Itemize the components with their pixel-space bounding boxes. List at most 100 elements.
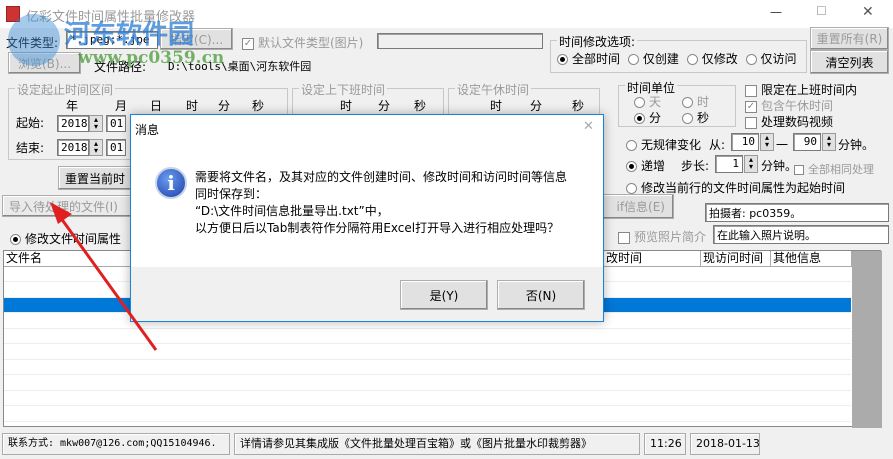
status-info: 详情请参见其集成版《文件批量处理百宝箱》或《图片批量水印裁剪器》 — [234, 433, 640, 455]
start-label: 起始: — [16, 116, 45, 130]
dialog-close-button[interactable]: ✕ — [583, 119, 594, 134]
maximize-button[interactable]: ☐ — [816, 4, 827, 18]
process-video-checkbox[interactable]: 处理数码视频 — [745, 113, 833, 130]
dialog-title: 消息 — [135, 123, 160, 137]
col-year: 年 — [66, 99, 79, 113]
from-input[interactable]: 10 — [731, 133, 759, 151]
to-spinner[interactable]: ▴ ▾ — [822, 133, 836, 151]
unit-hour-radio[interactable]: 时 — [682, 93, 709, 110]
table-row[interactable] — [4, 360, 851, 375]
radio-modify-only[interactable]: 仅修改 — [686, 52, 738, 66]
window-title: 亿彩文件时间属性批量修改器 — [26, 10, 196, 25]
end-month-input[interactable]: 01 — [106, 139, 126, 156]
work-col-second: 秒 — [414, 99, 427, 113]
col-hour: 时 — [186, 99, 199, 113]
modify-attr-radio[interactable]: 修改文件时间属性 — [10, 230, 121, 247]
work-col-hour: 时 — [340, 99, 353, 113]
default-type-field — [377, 33, 543, 49]
all-same-checkbox[interactable]: 全部相同处理 — [794, 161, 874, 177]
unit-second-radio[interactable]: 秒 — [682, 109, 709, 126]
step-label: 步长: — [681, 159, 710, 173]
photographer-input[interactable]: 拍摄者: pc0359。 — [705, 203, 889, 222]
modify-options-legend: 时间修改选项: — [557, 33, 638, 50]
increment-radio[interactable]: 递增 — [626, 157, 665, 174]
start-month-input[interactable]: 01 — [106, 115, 126, 132]
from-spinner[interactable]: ▴ ▾ — [760, 133, 774, 151]
exif-info-button[interactable]: if信息(E) — [596, 194, 674, 219]
end-year-spinner[interactable]: ▴ ▾ — [89, 139, 103, 156]
end-year-input[interactable]: 2018 — [57, 139, 89, 156]
start-year-spinner[interactable]: ▴ ▾ — [89, 115, 103, 132]
col-second: 秒 — [252, 99, 265, 113]
message-line: 需要将文件名，及其对应的文件创建时间、修改时间和访问时间等信息 — [195, 170, 568, 184]
check-icon: ✓ — [242, 37, 254, 50]
message-line: 以方便日后以Tab制表符作分隔符用Excel打开导入进行相应处理吗？ — [195, 221, 560, 235]
title-bar: 亿彩文件时间属性批量修改器 — ☐ ✕ — [0, 0, 893, 28]
to-input[interactable]: 90 — [793, 133, 821, 151]
lunch-col-minute: 分 — [530, 99, 543, 113]
lunch-col-second: 秒 — [572, 99, 585, 113]
include-lunch-checkbox[interactable]: ✓ 包含午休时间 — [745, 97, 833, 114]
col-minute: 分 — [218, 99, 231, 113]
status-contact: 联系方式: mkw007@126.com;QQ15104946. — [2, 433, 230, 455]
random-radio[interactable]: 无规律变化 — [626, 136, 701, 153]
step-minutes-label: 分钟。 — [761, 159, 798, 173]
table-row[interactable] — [4, 345, 851, 360]
reset-all-button[interactable]: 重置所有(R) — [810, 27, 889, 50]
status-time: 11:26 — [644, 433, 686, 455]
unit-minute-radio[interactable]: 分 — [634, 109, 661, 126]
from-label: 从: — [709, 138, 726, 152]
header-access-time[interactable]: 现访问时间 — [701, 251, 771, 266]
browse-button[interactable]: 浏览(B)... — [8, 52, 81, 74]
file-path-label: 文件路径: — [94, 60, 147, 74]
radio-access-only[interactable]: 仅访问 — [745, 52, 797, 66]
import-files-button[interactable]: 导入待处理的文件(I) — [2, 195, 132, 217]
file-path-value: D:\tools\桌面\河东软件园 — [168, 60, 312, 73]
lunch-time-legend: 设定午休时间 — [455, 81, 532, 98]
dialog-footer: 是(Y) 否(N) — [131, 267, 603, 321]
default-type-checkbox[interactable]: ✓ 默认文件类型(图片) — [242, 34, 363, 51]
table-row[interactable] — [4, 329, 851, 344]
table-gray-area — [852, 251, 882, 428]
range-dash: 一 — [776, 138, 789, 152]
work-time-legend: 设定上下班时间 — [299, 81, 388, 98]
start-year-input[interactable]: 2018 — [57, 115, 89, 132]
yes-button[interactable]: 是(Y) — [400, 280, 488, 310]
step-input[interactable]: 1 — [715, 155, 743, 173]
from-minutes-label: 分钟。 — [838, 138, 875, 152]
table-row[interactable] — [4, 376, 851, 391]
file-type-input[interactable]: *.jpeg;*.jpe — [66, 31, 158, 49]
modify-options-radios: 全部时间 仅创建 仅修改 仅访问 — [557, 50, 797, 67]
unit-day-radio[interactable]: 天 — [634, 93, 661, 110]
time-range-legend: 设定起止时间区间 — [15, 81, 116, 98]
modify-options-group: 时间修改选项: 全部时间 仅创建 仅修改 仅访问 — [550, 33, 807, 73]
lunch-col-hour: 时 — [490, 99, 503, 113]
table-row[interactable] — [4, 391, 851, 406]
status-date: 2018-01-13 — [690, 433, 760, 455]
preview-intro-checkbox[interactable]: 预览照片简介 — [618, 228, 706, 245]
message-line: 同时保存到： — [195, 187, 268, 201]
file-type-label: 文件类型: — [6, 36, 59, 50]
radio-all-time[interactable]: 全部时间 — [557, 52, 620, 66]
info-icon: i — [155, 167, 187, 199]
limit-work-checkbox[interactable]: 限定在上班时间内 — [745, 81, 857, 98]
no-button[interactable]: 否(N) — [497, 280, 585, 310]
work-col-minute: 分 — [378, 99, 391, 113]
photo-description-input[interactable]: 在此输入照片说明。 — [713, 225, 889, 244]
message-dialog: 消息 ✕ i 需要将文件名，及其对应的文件创建时间、修改时间和访问时间等信息 同… — [130, 114, 604, 322]
minimize-button[interactable]: — — [770, 5, 782, 19]
step-spinner[interactable]: ▴ ▾ — [744, 155, 758, 173]
radio-create-only[interactable]: 仅创建 — [627, 52, 679, 66]
specify-button[interactable]: 指定(C)... — [160, 28, 233, 50]
close-button[interactable]: ✕ — [862, 4, 874, 20]
header-modify-time[interactable]: 改时间 — [604, 251, 701, 266]
message-line: “D:\文件时间信息批量导出.txt”中， — [195, 204, 389, 218]
table-row[interactable] — [4, 407, 851, 422]
col-day: 日 — [150, 99, 163, 113]
header-other-info[interactable]: 其他信息 — [771, 251, 852, 266]
dialog-message: 需要将文件名，及其对应的文件创建时间、修改时间和访问时间等信息 同时保存到： “… — [195, 169, 567, 237]
end-label: 结束: — [16, 141, 45, 155]
clear-list-button[interactable]: 清空列表 — [810, 50, 889, 74]
col-month: 月 — [115, 99, 128, 113]
app-icon — [6, 6, 20, 22]
